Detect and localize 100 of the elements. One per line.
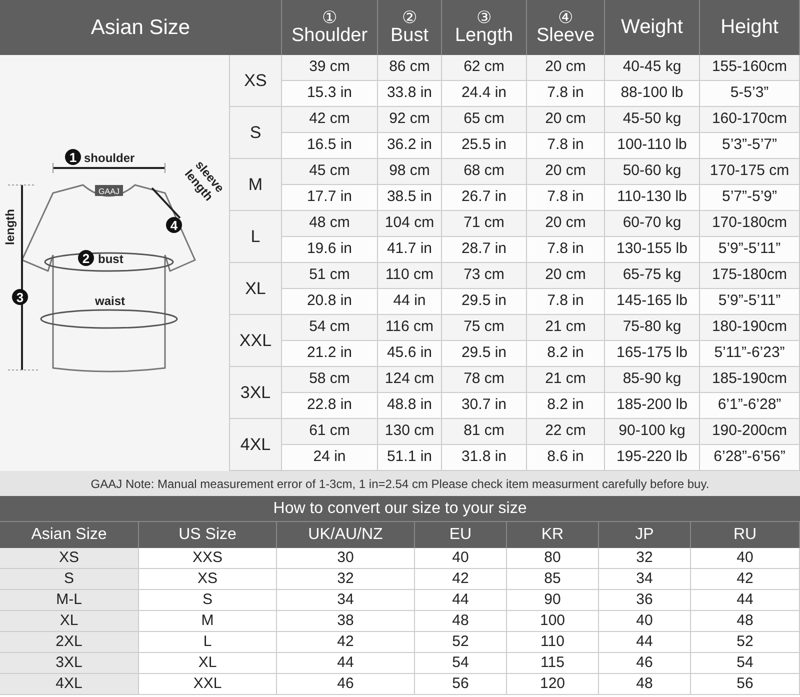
table-cell: 56	[691, 674, 800, 695]
table-cell: 31.8 in	[442, 445, 527, 471]
table-cell: 51.1 in	[378, 445, 442, 471]
table-cell: 100	[507, 611, 599, 632]
table-cell: 17.7 in	[282, 185, 378, 211]
size-cell: 3XL	[230, 367, 282, 419]
table-cell: 155-160cm	[700, 55, 800, 81]
table-cell: 110	[507, 632, 599, 653]
table-cell: 5’9”-5’11”	[700, 237, 800, 263]
size-cell: M	[230, 159, 282, 211]
table-cell: 36	[599, 590, 691, 611]
table-cell: 170-175 cm	[700, 159, 800, 185]
table-cell: 48 cm	[282, 211, 378, 237]
table-cell: 22 cm	[527, 419, 605, 445]
table-cell: 41.7 in	[378, 237, 442, 263]
table-cell: 180-190cm	[700, 315, 800, 341]
column-header: ④ Sleeve	[527, 0, 605, 55]
table-cell: 86 cm	[378, 55, 442, 81]
size-cell: 4XL	[230, 419, 282, 471]
table-cell: 28.7 in	[442, 237, 527, 263]
table-cell: L	[139, 632, 277, 653]
table-cell: 52	[691, 632, 800, 653]
measure-label: shoulder	[84, 151, 135, 165]
table-cell: 7.8 in	[527, 133, 605, 159]
table-cell: 110-130 lb	[605, 185, 700, 211]
table-cell: 165-175 lb	[605, 341, 700, 367]
table-cell: 116 cm	[378, 315, 442, 341]
table-cell: 38	[277, 611, 415, 632]
conversion-title: How to convert our size to your size	[0, 496, 800, 522]
table-cell: 25.5 in	[442, 133, 527, 159]
table-cell: 42 cm	[282, 107, 378, 133]
table-cell: 51 cm	[282, 263, 378, 289]
table-cell: 48	[415, 611, 507, 632]
table-cell: 8.6 in	[527, 445, 605, 471]
table-cell: 34	[277, 590, 415, 611]
table-cell: 104 cm	[378, 211, 442, 237]
table-cell: 90-100 kg	[605, 419, 700, 445]
table-cell: 81 cm	[442, 419, 527, 445]
table-cell: 62 cm	[442, 55, 527, 81]
column-header: RU	[691, 522, 800, 548]
table-cell: 71 cm	[442, 211, 527, 237]
column-header: KR	[507, 522, 599, 548]
table-cell: 2XL	[0, 632, 139, 653]
measure-label: length	[3, 209, 17, 245]
table-cell: 30	[277, 548, 415, 569]
table-cell: 5’7”-5’9”	[700, 185, 800, 211]
table-cell: 75-80 kg	[605, 315, 700, 341]
table-cell: 24 in	[282, 445, 378, 471]
table-cell: 16.5 in	[282, 133, 378, 159]
table-cell: 73 cm	[442, 263, 527, 289]
column-header: Weight	[605, 0, 700, 55]
table-cell: 40	[599, 611, 691, 632]
table-cell: 26.7 in	[442, 185, 527, 211]
table-cell: 40	[691, 548, 800, 569]
table-cell: 56	[415, 674, 507, 695]
table-cell: 75 cm	[442, 315, 527, 341]
table-cell: 44	[277, 653, 415, 674]
table-cell: 40-45 kg	[605, 55, 700, 81]
table-cell: 185-200 lb	[605, 393, 700, 419]
table-cell: 29.5 in	[442, 289, 527, 315]
table-cell: 44 in	[378, 289, 442, 315]
table-cell: 45-50 kg	[605, 107, 700, 133]
table-cell: 38.5 in	[378, 185, 442, 211]
table-cell: 65 cm	[442, 107, 527, 133]
table-cell: 40	[415, 548, 507, 569]
table-cell: 5’9”-5’11”	[700, 289, 800, 315]
table-cell: 54 cm	[282, 315, 378, 341]
table-cell: 85-90 kg	[605, 367, 700, 393]
table-cell: 124 cm	[378, 367, 442, 393]
table-cell: 20 cm	[527, 159, 605, 185]
table-cell: 130 cm	[378, 419, 442, 445]
table-cell: 115	[507, 653, 599, 674]
table-cell: 68 cm	[442, 159, 527, 185]
table-cell: XXS	[139, 548, 277, 569]
table-cell: 8.2 in	[527, 393, 605, 419]
table-cell: 46	[277, 674, 415, 695]
table-cell: 5’3”-5’7”	[700, 133, 800, 159]
column-header: JP	[599, 522, 691, 548]
table-cell: 29.5 in	[442, 341, 527, 367]
table-cell: 50-60 kg	[605, 159, 700, 185]
table-cell: 54	[691, 653, 800, 674]
table-cell: 88-100 lb	[605, 81, 700, 107]
table-cell: 60-70 kg	[605, 211, 700, 237]
table-cell: 110 cm	[378, 263, 442, 289]
table-cell: 34	[599, 569, 691, 590]
table-cell: 48.8 in	[378, 393, 442, 419]
table-cell: 185-190cm	[700, 367, 800, 393]
sleeve-measure-line	[151, 187, 181, 219]
note-text: GAAJ Note: Manual measurement error of 1-3cm, 1 in=2.54 cm Please check item measurment carefully before buy.	[0, 471, 800, 496]
table-cell: 20.8 in	[282, 289, 378, 315]
table-cell: XS	[0, 548, 139, 569]
table-cell: 22.8 in	[282, 393, 378, 419]
table-cell: 48	[599, 674, 691, 695]
table-cell: 21 cm	[527, 315, 605, 341]
table-cell: 46	[599, 653, 691, 674]
table-cell: 39 cm	[282, 55, 378, 81]
column-header: Asian Size	[0, 522, 139, 548]
table-cell: M-L	[0, 590, 139, 611]
table-cell: 175-180cm	[700, 263, 800, 289]
table-cell: 24.4 in	[442, 81, 527, 107]
